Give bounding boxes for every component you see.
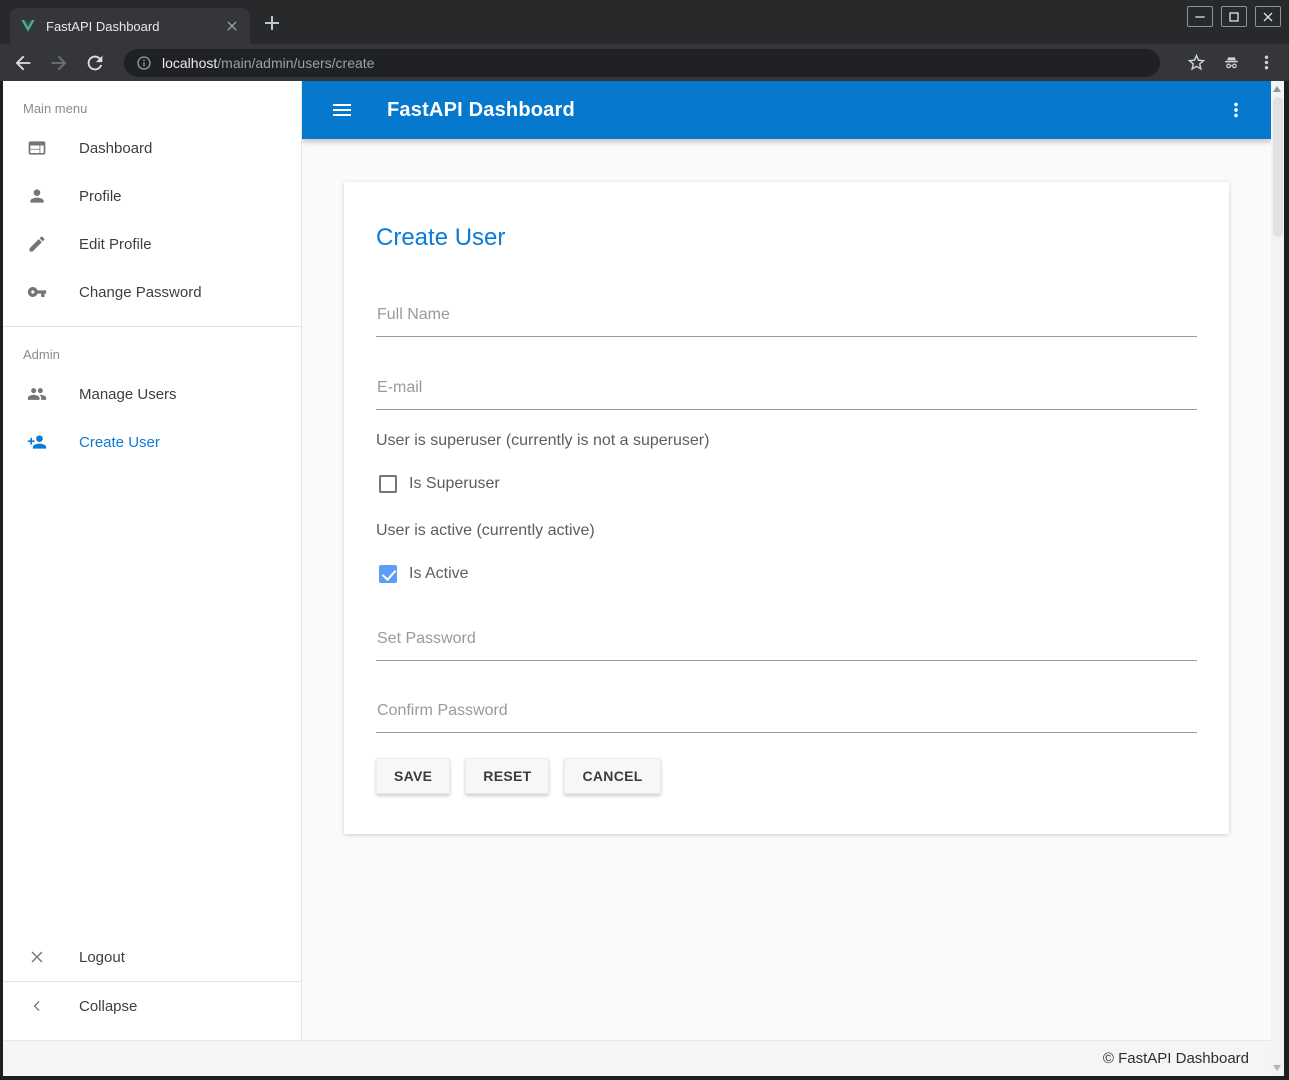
sidebar: Main menu Dashboard Profile [3, 81, 302, 1040]
close-window-button[interactable] [1255, 6, 1281, 27]
superuser-checkbox[interactable] [379, 475, 397, 493]
browser-toolbar: localhost/main/admin/users/create [0, 44, 1289, 81]
sidebar-item-manage-users[interactable]: Manage Users [3, 370, 301, 418]
page-title: Create User [376, 224, 1197, 252]
web-icon [27, 138, 47, 158]
app-menu-icon[interactable] [1225, 99, 1247, 121]
app-bar: FastAPI Dashboard [302, 81, 1271, 139]
people-icon [27, 384, 47, 404]
menu-icon[interactable] [330, 98, 354, 122]
active-checkbox[interactable] [379, 565, 397, 583]
sidebar-item-label: Profile [79, 188, 122, 205]
superuser-checkbox-row: Is Superuser [376, 475, 1197, 493]
sidebar-item-label: Change Password [79, 284, 202, 301]
email-field[interactable] [376, 379, 1197, 410]
scrollbar-down-icon[interactable] [1273, 1065, 1281, 1071]
sidebar-item-dashboard[interactable]: Dashboard [3, 124, 301, 172]
reset-button[interactable]: RESET [465, 758, 549, 794]
active-checkbox-row: Is Active [376, 565, 1197, 583]
page-scrollbar[interactable] [1271, 81, 1284, 1076]
minimize-button[interactable] [1187, 6, 1213, 27]
maximize-button[interactable] [1221, 6, 1247, 27]
browser-tab[interactable]: FastAPI Dashboard [10, 8, 250, 44]
tab-close-icon[interactable] [224, 18, 240, 34]
save-button[interactable]: SAVE [376, 758, 450, 794]
sidebar-item-label: Dashboard [79, 140, 152, 157]
bookmark-star-icon[interactable] [1186, 52, 1207, 73]
sidebar-section-label: Admin [23, 347, 301, 362]
key-icon [27, 282, 47, 302]
edit-icon [27, 234, 47, 254]
person-add-icon [27, 432, 47, 452]
sidebar-item-label: Collapse [79, 998, 137, 1015]
main-area: FastAPI Dashboard Create User User is su… [302, 81, 1284, 1040]
sidebar-item-label: Create User [79, 434, 160, 451]
footer-copyright: © FastAPI Dashboard [1103, 1050, 1249, 1067]
address-bar[interactable]: localhost/main/admin/users/create [124, 49, 1160, 77]
full-name-field[interactable] [376, 306, 1197, 337]
browser-menu-icon[interactable] [1256, 52, 1277, 73]
sidebar-item-label: Manage Users [79, 386, 177, 403]
url-host: localhost [162, 55, 217, 71]
create-user-card: Create User User is superuser (currently… [344, 182, 1229, 834]
browser-window: FastAPI Dashboard [0, 0, 1289, 1080]
back-icon[interactable] [12, 52, 34, 74]
web-page: Main menu Dashboard Profile [3, 81, 1284, 1076]
chevron-left-icon [27, 996, 47, 1016]
sidebar-item-logout[interactable]: Logout [3, 933, 301, 981]
window-controls [1187, 6, 1281, 27]
sidebar-divider [3, 326, 301, 327]
active-checkbox-label: Is Active [409, 565, 469, 583]
sidebar-item-change-password[interactable]: Change Password [3, 268, 301, 316]
new-tab-icon[interactable] [260, 11, 284, 35]
close-icon [27, 947, 47, 967]
site-info-icon[interactable] [136, 55, 152, 71]
reload-icon[interactable] [84, 52, 106, 74]
incognito-icon [1221, 52, 1242, 73]
sidebar-item-collapse[interactable]: Collapse [3, 982, 301, 1030]
page-footer: © FastAPI Dashboard [3, 1040, 1284, 1076]
person-icon [27, 186, 47, 206]
forward-icon[interactable] [48, 52, 70, 74]
tab-title: FastAPI Dashboard [46, 19, 224, 34]
superuser-checkbox-label: Is Superuser [409, 475, 500, 493]
tab-strip: FastAPI Dashboard [0, 0, 1289, 44]
set-password-field[interactable] [376, 630, 1197, 661]
form-buttons: SAVE RESET CANCEL [376, 758, 1197, 794]
scrollbar-up-icon[interactable] [1273, 86, 1281, 92]
scrollbar-thumb[interactable] [1273, 97, 1283, 237]
sidebar-item-profile[interactable]: Profile [3, 172, 301, 220]
superuser-hint: User is superuser (currently is not a su… [376, 432, 1197, 450]
vue-logo-icon [20, 18, 36, 34]
confirm-password-field[interactable] [376, 702, 1197, 733]
sidebar-item-label: Edit Profile [79, 236, 152, 253]
url-path: /main/admin/users/create [217, 55, 374, 71]
sidebar-item-edit-profile[interactable]: Edit Profile [3, 220, 301, 268]
sidebar-item-label: Logout [79, 949, 125, 966]
active-hint: User is active (currently active) [376, 522, 1197, 540]
app-title: FastAPI Dashboard [387, 99, 575, 122]
cancel-button[interactable]: CANCEL [564, 758, 660, 794]
sidebar-item-create-user[interactable]: Create User [3, 418, 301, 466]
sidebar-section-label: Main menu [23, 101, 301, 116]
